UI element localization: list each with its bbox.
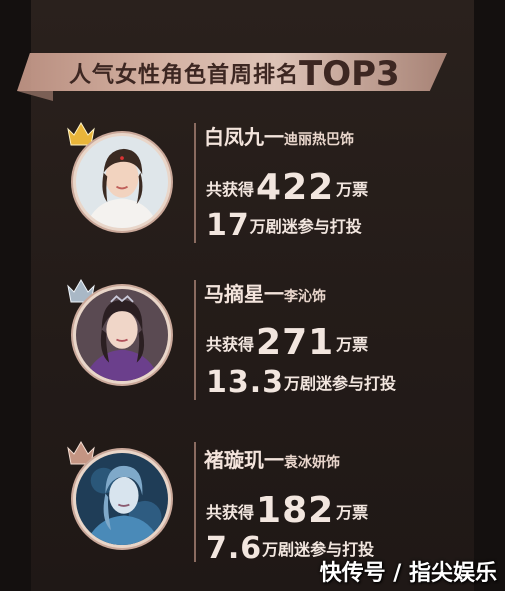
actor-name: 袁冰妍饰 bbox=[284, 455, 340, 471]
name-dash: 一 bbox=[264, 448, 284, 472]
ranking-entry-1: 白凤九一迪丽热巴饰 共获得422 万票 17万剧迷参与打投 bbox=[0, 117, 505, 267]
avatar-photo bbox=[76, 453, 168, 545]
watermark: 快传号 / 指尖娱乐 bbox=[319, 561, 497, 586]
name-dash: 一 bbox=[264, 125, 284, 149]
votes-count: 422 bbox=[256, 167, 335, 208]
votes-label: 共获得 bbox=[206, 503, 255, 522]
fans-line: 13.3万剧迷参与打投 bbox=[206, 362, 397, 400]
avatar bbox=[73, 450, 171, 548]
votes-count: 271 bbox=[256, 322, 335, 363]
entry-divider bbox=[194, 442, 196, 562]
fans-suffix: 万剧迷参与打投 bbox=[249, 217, 362, 236]
fans-suffix: 万剧迷参与打投 bbox=[284, 374, 397, 393]
title-suffix: TOP3 bbox=[299, 54, 400, 94]
ranking-entry-2: 马摘星一李沁饰 共获得271 万票 13.3万剧迷参与打投 bbox=[0, 274, 505, 424]
actor-name: 李沁饰 bbox=[284, 289, 326, 305]
title-prefix: 人气女性角色首周排名 bbox=[69, 63, 300, 88]
role-name: 马摘星 bbox=[204, 282, 264, 306]
page-title: 人气女性角色首周排名TOP3 bbox=[69, 51, 400, 94]
avatar-photo bbox=[76, 289, 168, 381]
role-name-line: 褚璇玑一袁冰妍饰 bbox=[204, 444, 340, 473]
fans-count: 17 bbox=[206, 208, 250, 243]
votes-unit: 万票 bbox=[336, 335, 369, 354]
fans-count: 7.6 bbox=[206, 531, 263, 566]
role-name: 褚璇玑 bbox=[204, 448, 264, 472]
votes-label: 共获得 bbox=[206, 180, 255, 199]
avatar-photo bbox=[76, 136, 168, 228]
fans-count: 13.3 bbox=[206, 365, 285, 400]
fans-line: 17万剧迷参与打投 bbox=[206, 205, 362, 243]
votes-line: 共获得422 万票 bbox=[206, 163, 369, 208]
entry-divider bbox=[194, 123, 196, 243]
avatar bbox=[73, 133, 171, 231]
votes-unit: 万票 bbox=[336, 503, 369, 522]
votes-line: 共获得271 万票 bbox=[206, 318, 369, 363]
avatar bbox=[73, 286, 171, 384]
entry-divider bbox=[194, 280, 196, 400]
name-dash: 一 bbox=[264, 282, 284, 306]
role-name: 白凤九 bbox=[204, 125, 264, 149]
votes-unit: 万票 bbox=[336, 180, 369, 199]
role-name-line: 马摘星一李沁饰 bbox=[204, 278, 326, 307]
votes-count: 182 bbox=[256, 490, 335, 531]
votes-line: 共获得182 万票 bbox=[206, 486, 369, 531]
votes-label: 共获得 bbox=[206, 335, 255, 354]
role-name-line: 白凤九一迪丽热巴饰 bbox=[204, 121, 354, 150]
title-ribbon: 人气女性角色首周排名TOP3 bbox=[17, 43, 447, 101]
actor-name: 迪丽热巴饰 bbox=[284, 132, 354, 148]
